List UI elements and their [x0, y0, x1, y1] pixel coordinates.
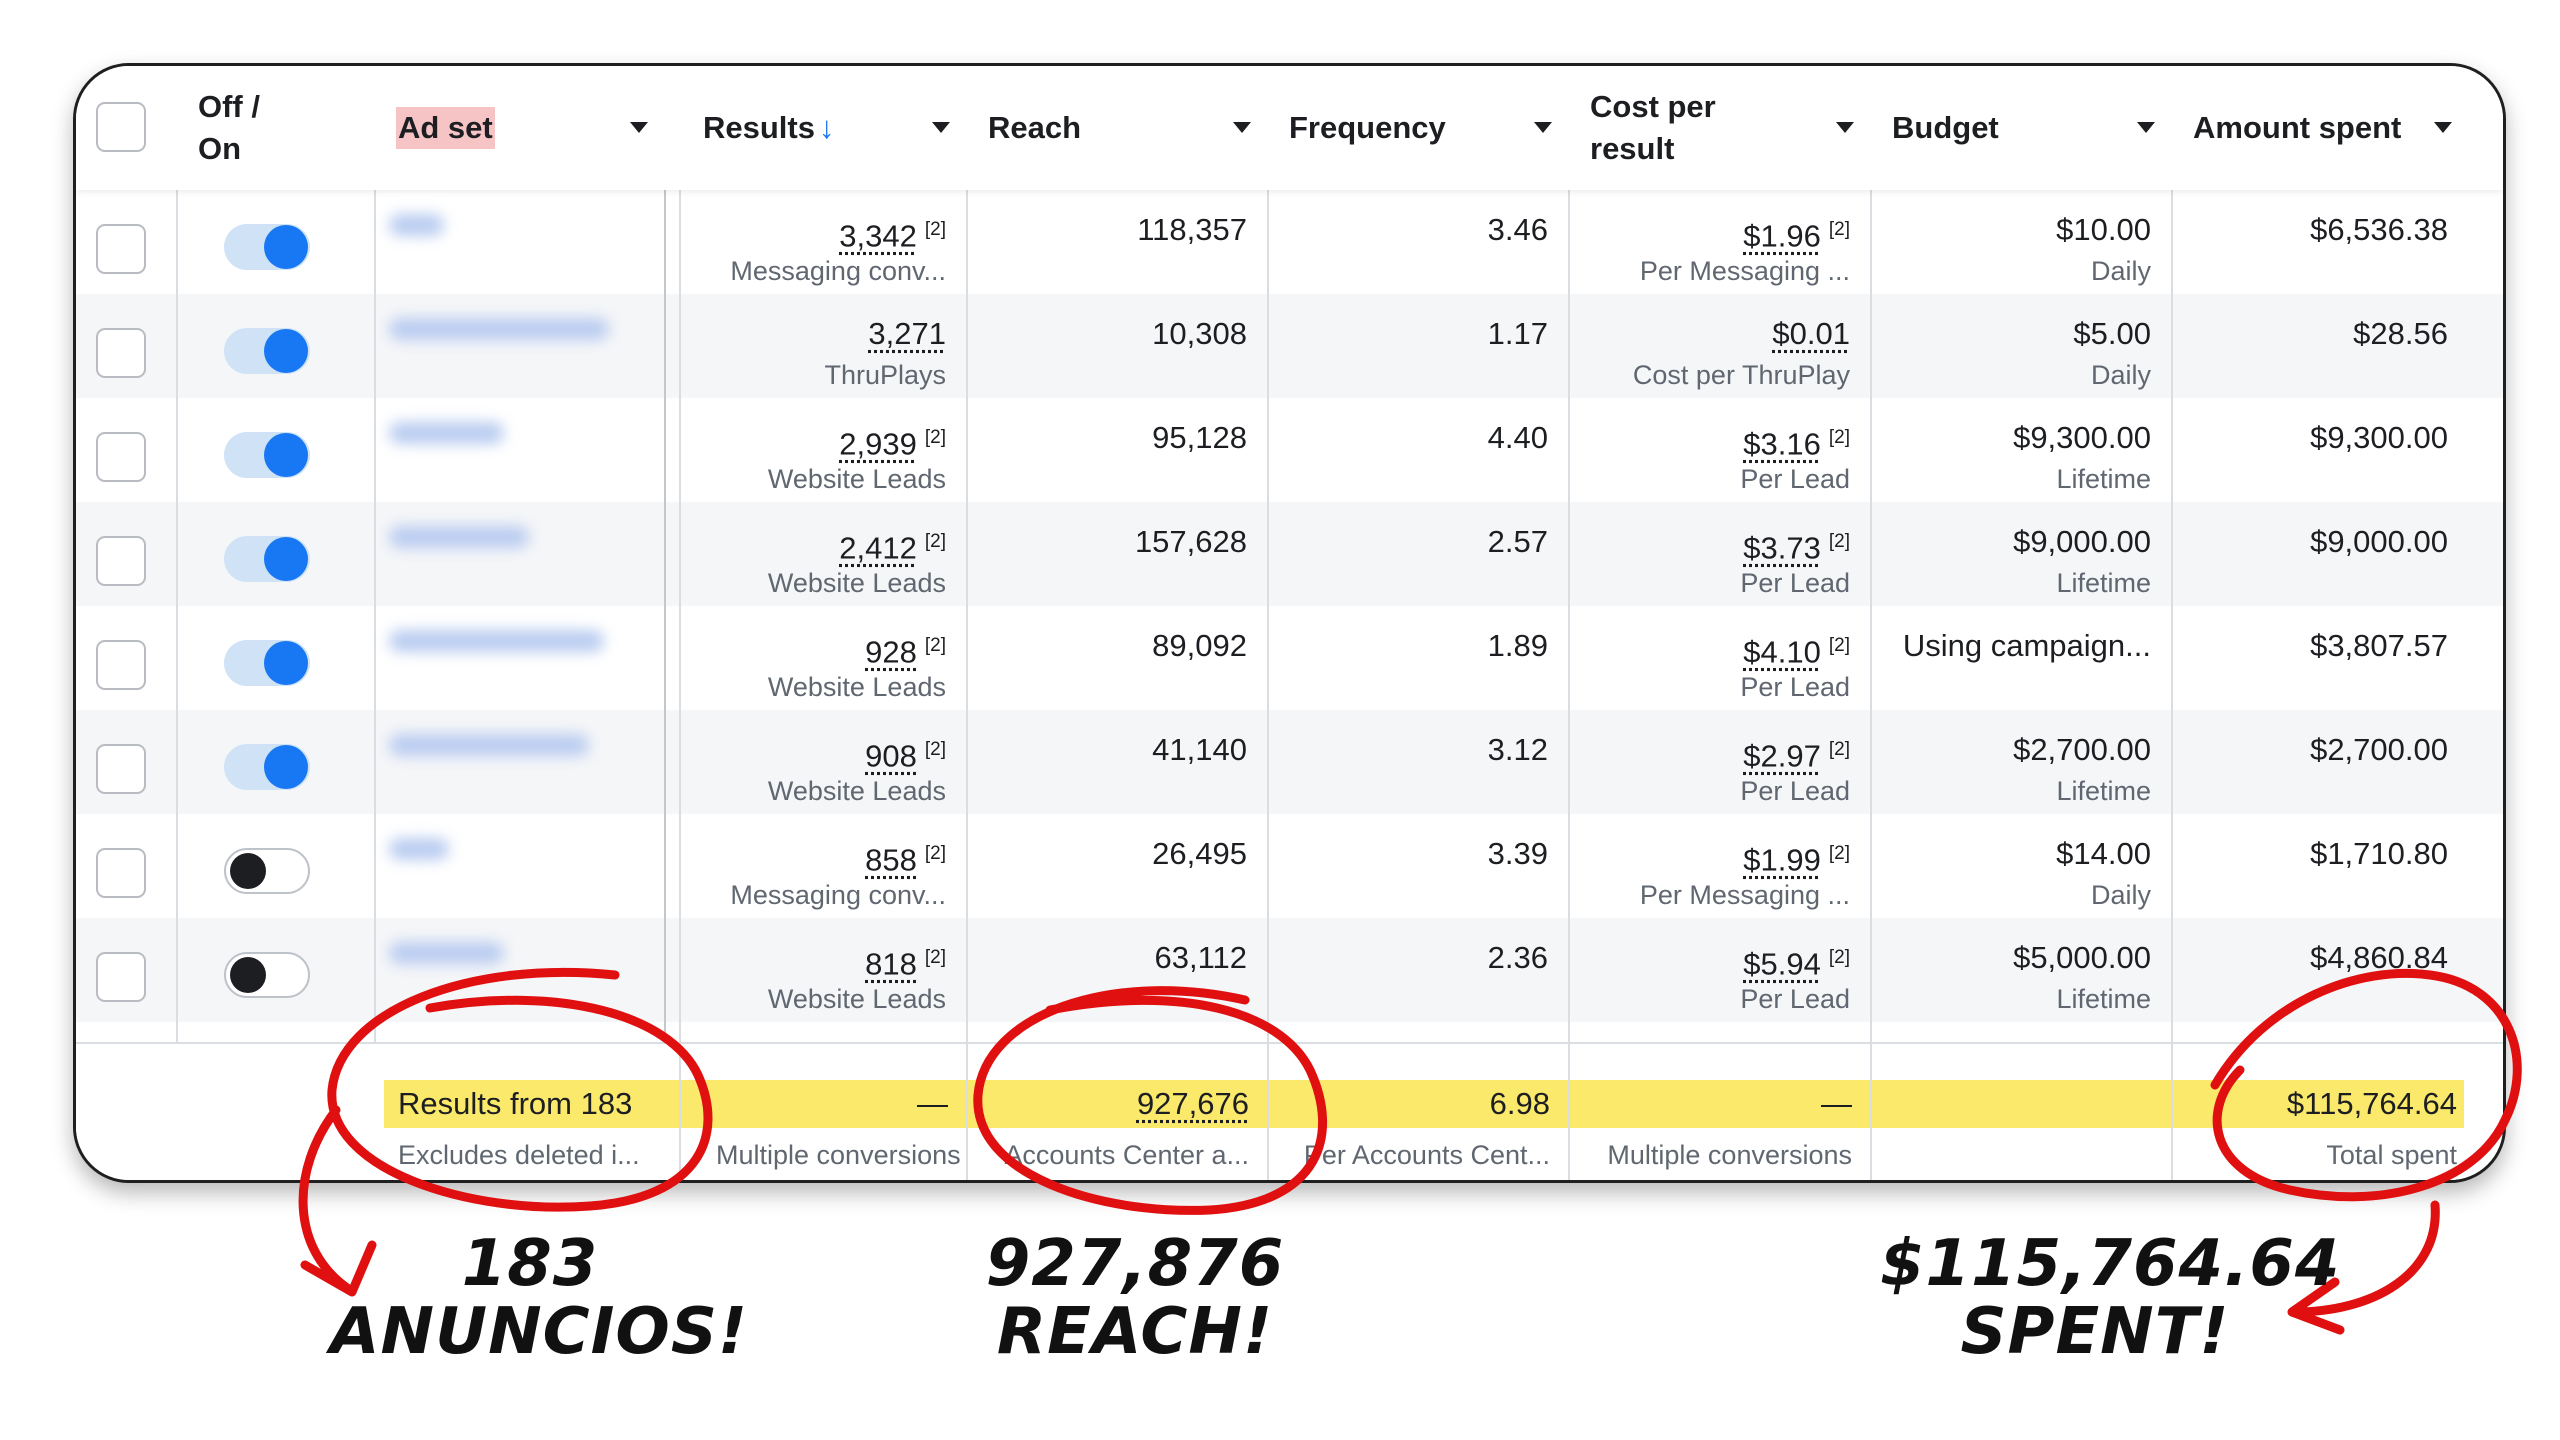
select-all-cell — [76, 66, 176, 190]
off-on-label: Off / On — [198, 89, 260, 166]
annotation-note-ads: 183 ANUNCIOS! — [330, 1227, 749, 1369]
column-header-cost-per-result[interactable]: Cost per result — [1568, 66, 1870, 190]
chevron-down-icon[interactable] — [630, 122, 648, 133]
select-all-checkbox[interactable] — [96, 102, 146, 152]
circle-reach — [973, 986, 1327, 1215]
annotation-layer — [298, 967, 2522, 1335]
annotation-note-ads-line1: 183 — [461, 1227, 599, 1301]
chevron-down-icon[interactable] — [1534, 122, 1552, 133]
sort-descending-icon[interactable]: ↓ — [819, 107, 835, 149]
circle-results-from — [327, 967, 713, 1212]
annotation-note-spent: $115,764.64 SPENT! — [1880, 1227, 2341, 1369]
chevron-down-icon[interactable] — [1233, 122, 1251, 133]
amount-spent-label: Amount spent — [2193, 110, 2402, 145]
annotation-note-reach-line2: REACH! — [996, 1295, 1274, 1369]
results-label: Results — [703, 110, 815, 145]
reach-label: Reach — [988, 110, 1082, 145]
column-header-amount-spent[interactable]: Amount spent — [2171, 66, 2468, 190]
cost-per-result-label: Cost per result — [1590, 89, 1716, 166]
column-header-frequency[interactable]: Frequency — [1267, 66, 1568, 190]
budget-label: Budget — [1892, 110, 1999, 145]
chevron-down-icon[interactable] — [932, 122, 950, 133]
chevron-down-icon[interactable] — [1836, 122, 1854, 133]
frequency-label: Frequency — [1289, 110, 1446, 145]
column-header-off-on[interactable]: Off / On — [176, 66, 374, 190]
table-header: Off / On Ad set Results ↓ Reach Frequenc… — [76, 66, 2503, 190]
chevron-down-icon[interactable] — [2434, 122, 2452, 133]
annotation-note-spent-line1: $115,764.64 — [1880, 1227, 2341, 1301]
annotation-note-ads-line2: ANUNCIOS! — [330, 1295, 749, 1369]
column-header-reach[interactable]: Reach — [966, 66, 1267, 190]
annotation-note-spent-line2: SPENT! — [1960, 1295, 2230, 1369]
annotation-note-reach-line1: 927,876 — [985, 1227, 1285, 1301]
chevron-down-icon[interactable] — [2137, 122, 2155, 133]
circle-spent — [2210, 968, 2522, 1202]
column-header-results[interactable]: Results ↓ — [681, 66, 966, 190]
column-header-budget[interactable]: Budget — [1870, 66, 2171, 190]
column-header-ad-set[interactable]: Ad set — [374, 66, 664, 190]
annotation-note-reach: 927,876 REACH! — [960, 1230, 1310, 1366]
ad-set-label: Ad set — [396, 107, 495, 149]
